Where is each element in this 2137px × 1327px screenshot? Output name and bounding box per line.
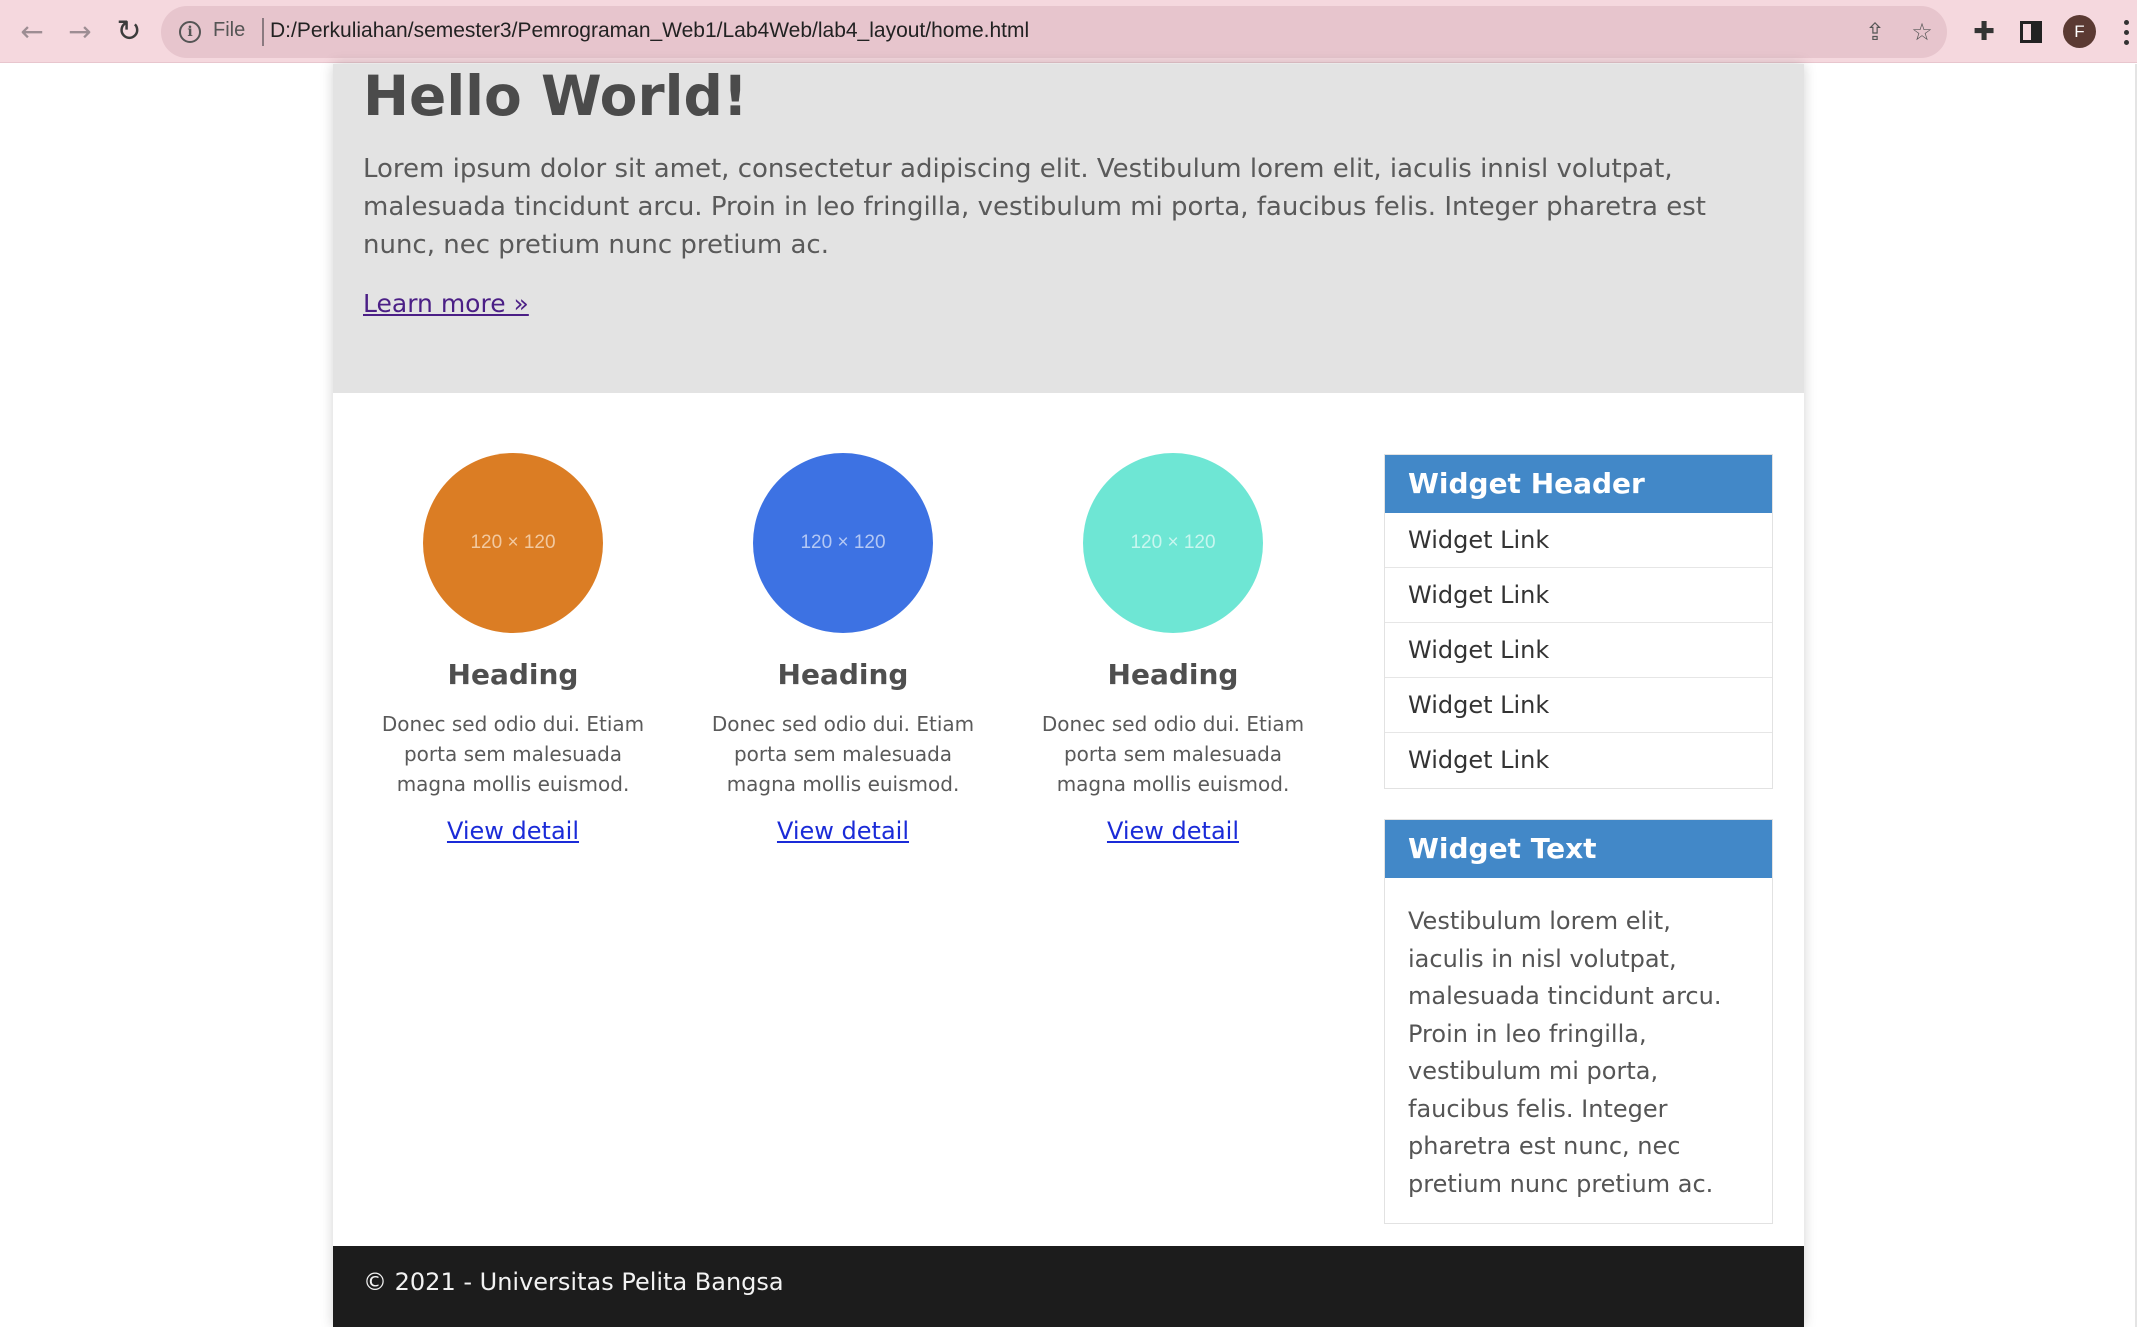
page-footer: © 2021 - Universitas Pelita Bangsa bbox=[333, 1246, 1804, 1327]
widget-link[interactable]: Widget Link bbox=[1385, 623, 1772, 678]
bookmark-star-icon[interactable]: ☆ bbox=[1906, 16, 1938, 48]
file-label: File bbox=[213, 19, 246, 41]
browser-toolbar: ← → ↻ i File D:/Perkuliahan/semester3/Pe… bbox=[0, 0, 2137, 63]
feature-card: 120 × 120 Heading Donec sed odio dui. Et… bbox=[363, 453, 663, 845]
page-viewport: Hello World! Lorem ipsum dolor sit amet,… bbox=[0, 64, 2137, 1327]
widget-text-title: Widget Text bbox=[1385, 820, 1772, 878]
side-panel-icon[interactable] bbox=[2014, 15, 2048, 49]
reload-icon[interactable]: ↻ bbox=[111, 14, 147, 50]
feature-card: 120 × 120 Heading Donec sed odio dui. Et… bbox=[693, 453, 993, 845]
url-text[interactable]: D:/Perkuliahan/semester3/Pemrograman_Web… bbox=[270, 19, 1029, 43]
card-heading: Heading bbox=[777, 658, 909, 691]
feature-card: 120 × 120 Heading Donec sed odio dui. Et… bbox=[1023, 453, 1323, 845]
hero-title: Hello World! bbox=[363, 64, 748, 128]
card-text: Donec sed odio dui. Etiam porta sem male… bbox=[711, 712, 975, 796]
forward-arrow-icon[interactable]: → bbox=[62, 14, 98, 50]
card-text: Donec sed odio dui. Etiam porta sem male… bbox=[381, 712, 645, 796]
card-heading: Heading bbox=[1107, 658, 1239, 691]
separator bbox=[262, 18, 264, 46]
hero-section: Hello World! Lorem ipsum dolor sit amet,… bbox=[333, 64, 1804, 393]
profile-avatar[interactable]: F bbox=[2063, 15, 2096, 48]
back-arrow-icon[interactable]: ← bbox=[14, 14, 50, 50]
placeholder-label: 120 × 120 bbox=[800, 532, 886, 553]
share-icon[interactable]: ⇪ bbox=[1859, 16, 1891, 48]
widget-header-title: Widget Header bbox=[1385, 455, 1772, 513]
placeholder-image: 120 × 120 bbox=[753, 453, 933, 633]
widget-link[interactable]: Widget Link bbox=[1385, 513, 1772, 568]
learn-more-link[interactable]: Learn more » bbox=[363, 289, 529, 318]
widget-link[interactable]: Widget Link bbox=[1385, 678, 1772, 733]
footer-copyright: © 2021 - Universitas Pelita Bangsa bbox=[363, 1268, 784, 1296]
address-bar[interactable]: i File D:/Perkuliahan/semester3/Pemrogra… bbox=[161, 6, 1947, 58]
widget-link[interactable]: Widget Link bbox=[1385, 568, 1772, 623]
placeholder-image: 120 × 120 bbox=[1083, 453, 1263, 633]
view-detail-link[interactable]: View detail bbox=[447, 817, 579, 845]
placeholder-label: 120 × 120 bbox=[470, 532, 556, 553]
widget-text-body: Vestibulum lorem elit, iaculis in nisl v… bbox=[1408, 907, 1722, 1198]
info-icon[interactable]: i bbox=[179, 21, 201, 43]
widget-link[interactable]: Widget Link bbox=[1385, 733, 1772, 788]
more-menu-icon[interactable] bbox=[2116, 14, 2136, 50]
placeholder-image: 120 × 120 bbox=[423, 453, 603, 633]
card-text: Donec sed odio dui. Etiam porta sem male… bbox=[1041, 712, 1305, 796]
page-container: Hello World! Lorem ipsum dolor sit amet,… bbox=[333, 64, 1804, 1327]
extensions-puzzle-icon[interactable]: ✚ bbox=[1966, 14, 2002, 50]
view-detail-link[interactable]: View detail bbox=[777, 817, 909, 845]
view-detail-link[interactable]: View detail bbox=[1107, 817, 1239, 845]
widget-text-box: Widget Text Vestibulum lorem elit, iacul… bbox=[1384, 819, 1773, 1224]
widget-links-box: Widget Header Widget Link Widget Link Wi… bbox=[1384, 454, 1773, 789]
card-heading: Heading bbox=[447, 658, 579, 691]
placeholder-label: 120 × 120 bbox=[1130, 532, 1216, 553]
hero-text: Lorem ipsum dolor sit amet, consectetur … bbox=[363, 154, 1706, 260]
